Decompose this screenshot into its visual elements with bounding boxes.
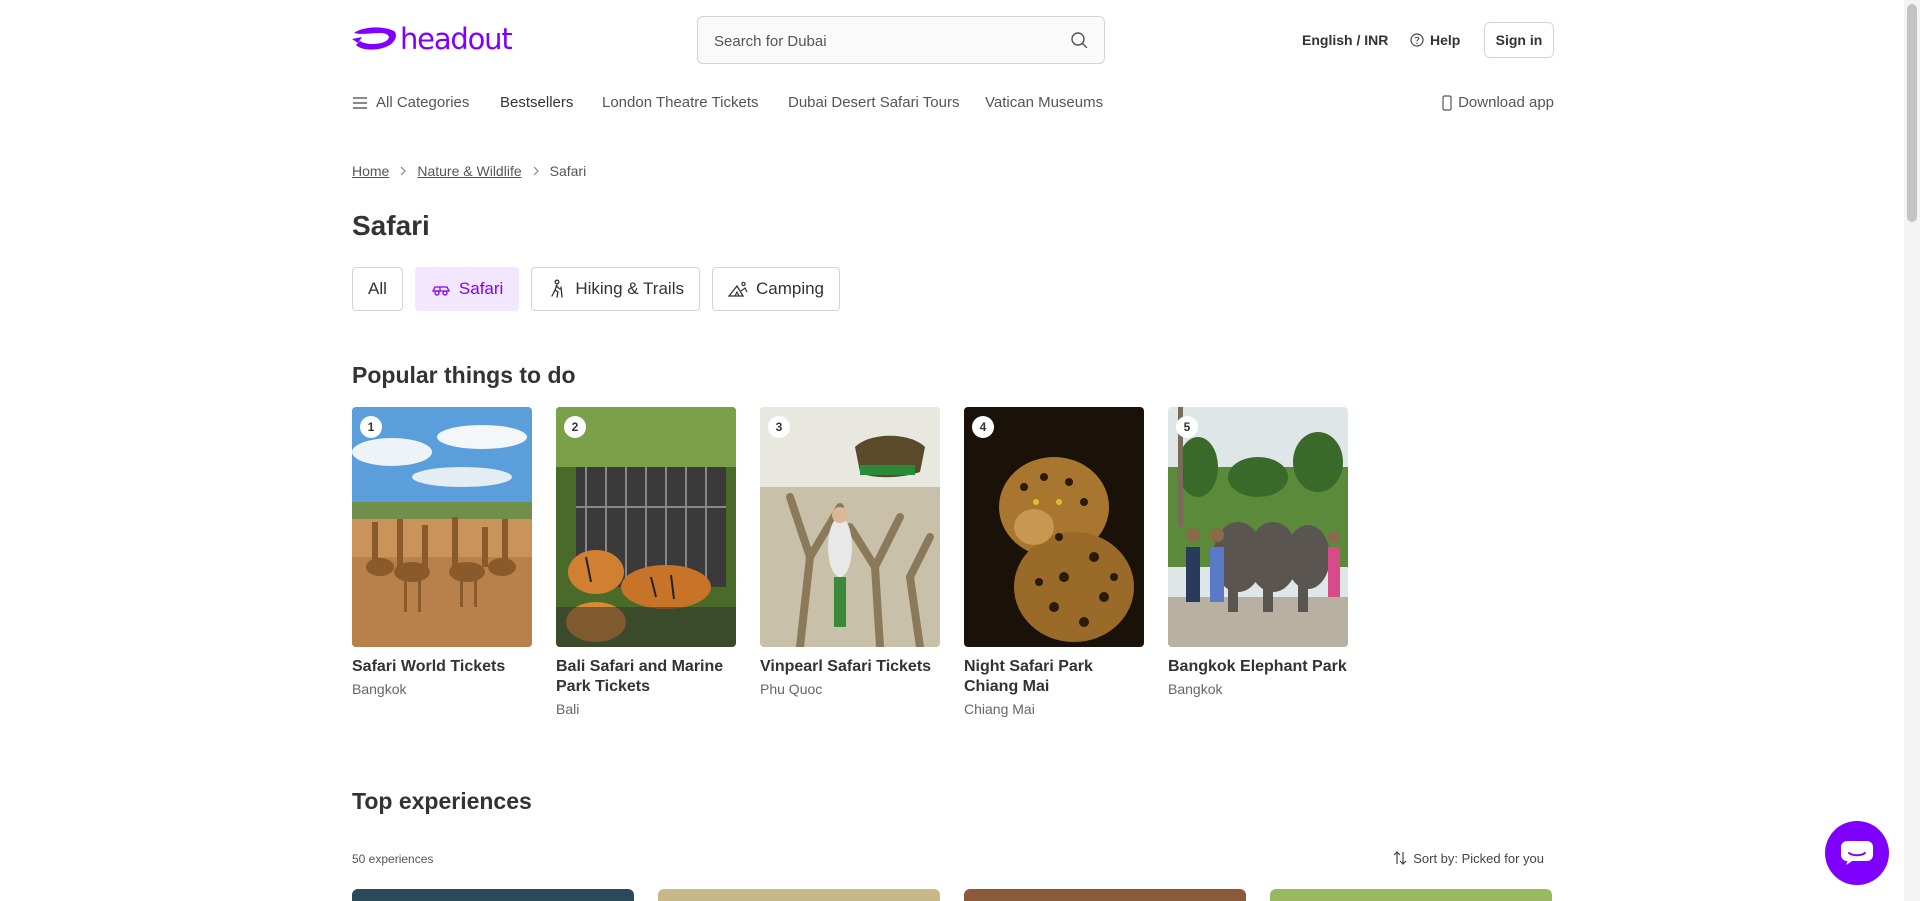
nav-all-categories-label: All Categories [376,94,470,111]
language-currency-selector[interactable]: English / INR [1302,32,1388,48]
elephants-photo [1168,407,1348,647]
sign-in-button[interactable]: Sign in [1484,22,1554,58]
card-title[interactable]: Bali Safari and Marine Park Tickets [556,657,736,697]
menu-icon [353,96,367,109]
card-city: Chiang Mai [964,701,1035,717]
card-city: Bali [556,701,580,717]
chip-safari-label: Safari [458,279,504,298]
chip-all[interactable]: All [352,267,403,311]
rank-badge: 5 [1176,416,1198,438]
camping-icon [727,281,748,297]
chip-all-label: All [368,279,387,298]
chat-support-button[interactable] [1825,821,1889,885]
popular-card[interactable]: 5 Bangkok Elephant Park Bangkok [1168,407,1348,717]
search-icon[interactable] [1070,31,1088,49]
popular-cards: 1 Safari World Tickets Bangkok 2 Bali Sa… [352,407,1348,717]
nav-item-bestsellers[interactable]: Bestsellers [500,94,573,111]
card-title[interactable]: Vinpearl Safari Tickets [760,657,940,677]
download-app-link[interactable]: Download app [1442,94,1554,111]
nav-item-dubai-desert-safari[interactable]: Dubai Desert Safari Tours [788,94,959,111]
experience-card-image[interactable] [964,889,1246,901]
card-city: Phu Quoc [760,681,823,697]
safari-car-icon [431,286,450,296]
card-city: Bangkok [352,681,407,697]
leopard-photo [964,407,1144,647]
popular-section-title: Popular things to do [352,362,576,388]
rank-badge: 3 [768,416,790,438]
chip-hiking[interactable]: Hiking & Trails [531,267,700,311]
card-title[interactable]: Night Safari Park Chiang Mai [964,657,1144,697]
chevron-right-icon [400,166,407,176]
card-image[interactable]: 3 [760,407,940,647]
subcategory-chips: All Safari Hiking & Trails Camping [352,267,841,311]
chip-camping-label: Camping [755,279,825,298]
nav-all-categories[interactable]: All Categories [352,94,469,111]
card-city: Bangkok [1168,681,1223,697]
chip-safari[interactable]: Safari [414,267,520,311]
chat-icon [1841,841,1873,865]
help-icon [1410,33,1424,47]
popular-card[interactable]: 1 Safari World Tickets Bangkok [352,407,532,717]
card-image[interactable]: 1 [352,407,532,647]
experience-card-image[interactable] [658,889,940,901]
search-input[interactable]: Search for Dubai [714,33,827,50]
help-link[interactable]: Help [1410,32,1460,48]
header: headout Search for Dubai English / INR H… [352,16,1554,64]
giraffes-photo [352,407,532,647]
rank-badge: 2 [564,416,586,438]
card-image[interactable]: 4 [964,407,1144,647]
chip-camping[interactable]: Camping [711,267,841,311]
nav-item-vatican-museums[interactable]: Vatican Museums [985,94,1103,111]
breadcrumb-current: Safari [549,163,587,179]
popular-card[interactable]: 3 Vinpearl Safari Tickets Phu Quoc [760,407,940,717]
popular-card[interactable]: 4 Night Safari Park Chiang Mai Chiang Ma… [964,407,1144,717]
card-title[interactable]: Safari World Tickets [352,657,532,677]
rank-badge: 4 [972,416,994,438]
rank-badge: 1 [360,416,382,438]
search-box[interactable]: Search for Dubai [697,16,1105,64]
chip-hiking-label: Hiking & Trails [575,279,684,298]
page-title: Safari [352,210,430,241]
download-app-label: Download app [1458,94,1554,111]
category-nav: All Categories Bestsellers London Theatr… [352,92,1554,114]
sort-dropdown[interactable]: Sort by: Picked for you [1393,850,1544,866]
help-label: Help [1430,32,1461,48]
scrollbar[interactable] [1904,0,1920,901]
breadcrumb: Home Nature & Wildlife Safari [352,163,586,179]
card-image[interactable]: 2 [556,407,736,647]
logo-text: headout [400,22,513,56]
experience-count: 50 experiences [352,852,434,866]
breadcrumb-category[interactable]: Nature & Wildlife [417,163,521,179]
popular-card[interactable]: 2 Bali Safari and Marine Park Tickets Ba… [556,407,736,717]
logo[interactable]: headout [352,22,513,56]
card-image[interactable]: 5 [1168,407,1348,647]
phone-icon [1442,94,1452,111]
tigers-photo [556,407,736,647]
nav-item-london-theatre[interactable]: London Theatre Tickets [602,94,759,111]
vinpearl-safari-photo [760,407,940,647]
top-experiences-title: Top experiences [352,788,532,814]
breadcrumb-home[interactable]: Home [352,163,389,179]
sort-label: Sort by: Picked for you [1413,850,1544,866]
sort-icon [1393,851,1407,865]
experience-card-image[interactable] [352,889,634,901]
experience-card-image[interactable] [1270,889,1552,901]
hiking-icon [551,279,563,298]
headout-logo-icon [352,27,396,50]
chevron-right-icon [533,166,539,176]
scrollbar-thumb[interactable] [1907,4,1917,222]
card-title[interactable]: Bangkok Elephant Park [1168,657,1348,677]
